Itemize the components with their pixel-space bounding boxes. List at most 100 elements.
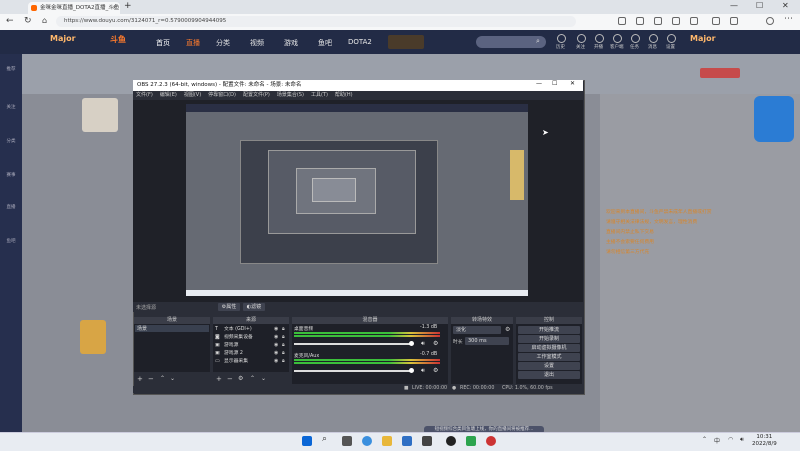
app-icon[interactable] <box>466 436 476 446</box>
add-source-button[interactable]: + <box>216 375 222 383</box>
start-icon[interactable] <box>302 436 312 446</box>
volume-slider[interactable] <box>294 370 412 372</box>
collections-icon[interactable] <box>730 17 738 25</box>
broadcast-icon[interactable] <box>595 34 604 43</box>
source-settings-icon[interactable]: ⚙ <box>238 375 243 382</box>
source-lock-icons[interactable]: 🔒︎ 🔒︎ 🔒︎ 🔒︎ 🔒︎ <box>282 325 285 365</box>
nav-dota2[interactable]: DOTA2 <box>348 38 372 46</box>
nav-home[interactable]: 首页 <box>156 38 170 48</box>
menu-file[interactable]: 文件(F) <box>136 92 153 98</box>
start-streaming-button[interactable]: 开始推流 <box>518 326 580 334</box>
transition-settings-icon[interactable]: ⚙ <box>505 326 510 333</box>
sidebar-item-recommend[interactable]: 推荐 <box>3 66 19 72</box>
nav-live[interactable]: 直播 <box>186 38 200 48</box>
obs-close-icon[interactable]: ✕ <box>570 80 575 87</box>
extension-icon[interactable] <box>636 17 644 25</box>
menu-help[interactable]: 帮助(H) <box>335 92 353 98</box>
menu-edit[interactable]: 编辑(E) <box>160 92 177 98</box>
settings-icon[interactable] <box>667 34 676 43</box>
store-icon[interactable] <box>402 436 412 446</box>
sidebar-item-live[interactable]: 直播 <box>3 204 19 210</box>
obs-icon[interactable] <box>446 436 456 446</box>
sidebar-item-follow[interactable]: 关注 <box>3 104 19 110</box>
profile-avatar[interactable] <box>766 17 774 25</box>
history-icon[interactable] <box>557 34 566 43</box>
sidebar-item-fishbar[interactable]: 鱼吧 <box>3 238 19 244</box>
remove-scene-button[interactable]: − <box>148 375 154 383</box>
speaker-icon[interactable]: 🔊︎ <box>421 340 425 348</box>
scene-up-icon[interactable]: ⌃ <box>160 375 165 382</box>
nav-fishbar[interactable]: 鱼吧 <box>318 38 332 48</box>
tray-chevron-icon[interactable]: ⌃ <box>702 436 707 443</box>
volume-icon[interactable]: 🔊︎ <box>740 436 744 444</box>
close-tab-icon[interactable]: × <box>112 2 117 14</box>
steam-icon[interactable] <box>422 436 432 446</box>
extension-icon[interactable] <box>618 17 626 25</box>
obs-maximize-icon[interactable]: ☐ <box>552 80 557 87</box>
search-icon[interactable]: ⌕ <box>536 37 540 46</box>
task-view-icon[interactable] <box>342 436 352 446</box>
task-icon[interactable] <box>631 34 640 43</box>
source-visibility-icons[interactable]: ◉ ◉ ◉ ◉ ◉ <box>274 325 278 365</box>
file-explorer-icon[interactable] <box>382 436 392 446</box>
favorites-icon[interactable] <box>712 17 720 25</box>
extension-icon[interactable] <box>654 17 662 25</box>
duration-input[interactable]: 300 ms <box>465 337 509 345</box>
menu-view[interactable]: 视图(V) <box>184 92 201 98</box>
nav-category[interactable]: 分类 <box>216 38 230 48</box>
obs-minimize-icon[interactable]: — <box>536 80 542 87</box>
scene-down-icon[interactable]: ⌄ <box>170 375 175 382</box>
site-logo[interactable]: 斗鱼 <box>110 34 126 45</box>
maximize-icon[interactable]: ☐ <box>756 1 763 10</box>
follow-icon[interactable] <box>577 34 586 43</box>
properties-button[interactable]: ⚙属性 <box>218 303 240 311</box>
start-recording-button[interactable]: 开始录制 <box>518 335 580 343</box>
url-input[interactable]: https://www.douyu.com/3124071_r=0.579000… <box>56 16 576 27</box>
volume-slider-handle[interactable] <box>409 341 414 346</box>
transition-select[interactable]: 淡化 <box>453 326 501 334</box>
source-down-icon[interactable]: ⌄ <box>261 375 266 382</box>
menu-dock[interactable]: 停靠窗口(D) <box>208 92 236 98</box>
mixer-settings-icon[interactable]: ⚙ <box>433 340 438 347</box>
sidebar-item-events[interactable]: 赛事 <box>3 172 19 178</box>
menu-profile[interactable]: 配置文件(P) <box>243 92 270 98</box>
nav-game[interactable]: 游戏 <box>284 38 298 48</box>
nav-video[interactable]: 视频 <box>250 38 264 48</box>
system-clock[interactable]: 10:31 2022/8/9 <box>752 434 777 448</box>
sidebar-item-category[interactable]: 分类 <box>3 138 19 144</box>
filters-button[interactable]: ◐滤镜 <box>243 303 265 311</box>
input-method-icon[interactable]: 中 <box>714 436 720 445</box>
virtual-camera-button[interactable]: 启动虚拟摄像机 <box>518 344 580 352</box>
home-icon[interactable]: ⌂ <box>42 16 47 25</box>
mixer-settings-icon[interactable]: ⚙ <box>433 367 438 374</box>
minimize-icon[interactable]: — <box>730 1 738 10</box>
search-taskbar-icon[interactable]: ⌕ <box>322 434 332 444</box>
browser-tab[interactable]: 金咪金咪直播_DOTA2直播_斗鱼 × <box>28 2 120 14</box>
message-icon[interactable] <box>649 34 658 43</box>
edge-icon[interactable] <box>362 436 372 446</box>
gift-thumbnail[interactable] <box>80 320 106 354</box>
exit-button[interactable]: 退出 <box>518 371 580 379</box>
volume-slider-handle[interactable] <box>409 368 414 373</box>
client-icon[interactable] <box>613 34 622 43</box>
extension-icon[interactable] <box>672 17 680 25</box>
add-scene-button[interactable]: + <box>137 375 143 383</box>
new-tab-button[interactable]: + <box>124 1 132 11</box>
refresh-icon[interactable]: ↻ <box>24 16 32 26</box>
close-window-icon[interactable]: ✕ <box>782 1 789 10</box>
menu-tools[interactable]: 工具(T) <box>311 92 328 98</box>
app-icon[interactable] <box>486 436 496 446</box>
back-icon[interactable]: ← <box>6 16 14 26</box>
wifi-icon[interactable]: ◠ <box>728 436 733 443</box>
scene-item[interactable]: 场景 <box>135 325 209 332</box>
streamer-avatar[interactable] <box>82 98 118 132</box>
promo-badge[interactable] <box>388 35 424 49</box>
source-up-icon[interactable]: ⌃ <box>250 375 255 382</box>
extension-icon[interactable] <box>690 17 698 25</box>
volume-slider[interactable] <box>294 343 412 345</box>
menu-scene-collection[interactable]: 场景集合(S) <box>277 92 304 98</box>
pcu-badge[interactable] <box>700 68 740 78</box>
remove-source-button[interactable]: − <box>227 375 233 383</box>
more-menu-icon[interactable]: ⋯ <box>784 14 793 24</box>
settings-button[interactable]: 设置 <box>518 362 580 370</box>
